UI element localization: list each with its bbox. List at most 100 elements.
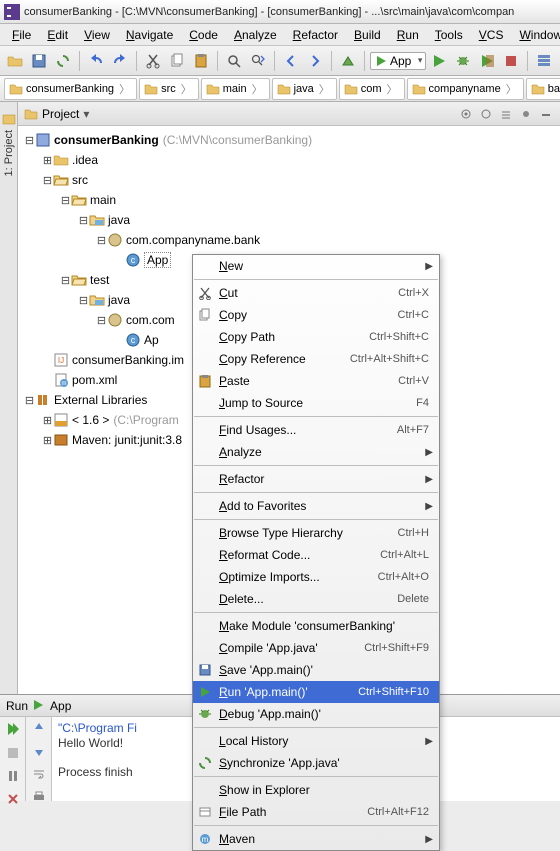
menu-analyze[interactable]: Analyze bbox=[226, 26, 285, 44]
folder-icon bbox=[24, 107, 38, 121]
replace-icon[interactable] bbox=[247, 50, 269, 72]
crumb-com[interactable]: com〉 bbox=[339, 78, 405, 100]
ctx-paste[interactable]: PasteCtrl+V bbox=[193, 370, 439, 392]
exit-icon[interactable] bbox=[6, 792, 20, 809]
menu-run[interactable]: Run bbox=[389, 26, 427, 44]
ctx-reformat-code-[interactable]: Reformat Code...Ctrl+Alt+L bbox=[193, 544, 439, 566]
crumb-companyname[interactable]: companyname〉 bbox=[407, 78, 524, 100]
ctx-optimize-imports-[interactable]: Optimize Imports...Ctrl+Alt+O bbox=[193, 566, 439, 588]
run-title: Run bbox=[6, 699, 28, 713]
cut-icon[interactable] bbox=[142, 50, 164, 72]
forward-icon[interactable] bbox=[304, 50, 326, 72]
ctx-copy[interactable]: CopyCtrl+C bbox=[193, 304, 439, 326]
ctx-browse-type-hierarchy[interactable]: Browse Type HierarchyCtrl+H bbox=[193, 522, 439, 544]
ctx-make-module-consumerbanking-[interactable]: Make Module 'consumerBanking' bbox=[193, 615, 439, 637]
ctx-copy-path[interactable]: Copy PathCtrl+Shift+C bbox=[193, 326, 439, 348]
stop-run-icon[interactable] bbox=[6, 746, 20, 763]
project-tab-icon bbox=[2, 112, 16, 126]
menu-code[interactable]: Code bbox=[181, 26, 226, 44]
run-gutter-left bbox=[0, 717, 26, 801]
ctx-run-app-main-[interactable]: Run 'App.main()'Ctrl+Shift+F10 bbox=[193, 681, 439, 703]
crumb-src[interactable]: src〉 bbox=[139, 78, 199, 100]
app-run-icon bbox=[375, 55, 387, 67]
ctx-analyze[interactable]: Analyze▶ bbox=[193, 441, 439, 463]
tree-com-companyname-bank[interactable]: ⊟com.companyname.bank bbox=[18, 230, 560, 250]
crumb-java[interactable]: java〉 bbox=[272, 78, 337, 100]
undo-icon[interactable] bbox=[85, 50, 107, 72]
redo-icon[interactable] bbox=[109, 50, 131, 72]
ctx-delete-[interactable]: Delete...Delete bbox=[193, 588, 439, 610]
open-icon[interactable] bbox=[4, 50, 26, 72]
tree-main[interactable]: ⊟main bbox=[18, 190, 560, 210]
ctx-new[interactable]: New▶ bbox=[193, 255, 439, 277]
crumb-main[interactable]: main〉 bbox=[201, 78, 270, 100]
sync-icon[interactable] bbox=[52, 50, 74, 72]
project-tool-tab[interactable]: 1: Project bbox=[0, 102, 18, 694]
ctx-save-app-main-[interactable]: Save 'App.main()' bbox=[193, 659, 439, 681]
down-icon[interactable] bbox=[32, 744, 46, 761]
gear-icon[interactable] bbox=[518, 106, 534, 122]
ctx-debug-app-main-[interactable]: Debug 'App.main()' bbox=[193, 703, 439, 725]
ctx-synchronize-app-java-[interactable]: Synchronize 'App.java' bbox=[193, 752, 439, 774]
debug-button[interactable] bbox=[452, 50, 474, 72]
save-icon bbox=[197, 662, 213, 678]
ctx-refactor[interactable]: Refactor▶ bbox=[193, 468, 439, 490]
run-button[interactable] bbox=[428, 50, 450, 72]
svg-text:c: c bbox=[131, 335, 136, 345]
tree-java[interactable]: ⊟java bbox=[18, 210, 560, 230]
nav-breadcrumbs: consumerBanking〉src〉main〉java〉com〉compan… bbox=[0, 76, 560, 102]
tree--idea[interactable]: ⊞.idea bbox=[18, 150, 560, 170]
ctx-find-usages-[interactable]: Find Usages...Alt+F7 bbox=[193, 419, 439, 441]
save-all-icon[interactable] bbox=[28, 50, 50, 72]
menu-view[interactable]: View bbox=[76, 26, 118, 44]
wrap-icon[interactable] bbox=[32, 767, 46, 784]
ctx-compile-app-java-[interactable]: Compile 'App.java'Ctrl+Shift+F9 bbox=[193, 637, 439, 659]
rerun-icon[interactable] bbox=[5, 721, 21, 740]
project-structure-icon[interactable] bbox=[533, 50, 555, 72]
ctx-file-path[interactable]: File PathCtrl+Alt+F12 bbox=[193, 801, 439, 823]
ctx-maven[interactable]: mMaven▶ bbox=[193, 828, 439, 850]
menu-edit[interactable]: Edit bbox=[39, 26, 76, 44]
make-icon[interactable] bbox=[337, 50, 359, 72]
run-config-selector[interactable]: App bbox=[370, 52, 426, 70]
up-icon[interactable] bbox=[32, 721, 46, 738]
copy-icon[interactable] bbox=[166, 50, 188, 72]
tree-consumerbanking[interactable]: ⊟consumerBanking(C:\MVN\consumerBanking) bbox=[18, 130, 560, 150]
collapse-all-icon[interactable] bbox=[498, 106, 514, 122]
menu-build[interactable]: Build bbox=[346, 26, 389, 44]
tree-src[interactable]: ⊟src bbox=[18, 170, 560, 190]
ctx-show-in-explorer[interactable]: Show in Explorer bbox=[193, 779, 439, 801]
menu-tools[interactable]: Tools bbox=[427, 26, 471, 44]
find-icon[interactable] bbox=[223, 50, 245, 72]
ctx-add-to-favorites[interactable]: Add to Favorites▶ bbox=[193, 495, 439, 517]
print-icon[interactable] bbox=[32, 790, 46, 807]
autoscroll-from-icon[interactable] bbox=[478, 106, 494, 122]
cut-icon bbox=[197, 285, 213, 301]
svg-text:m: m bbox=[202, 835, 209, 844]
back-icon[interactable] bbox=[280, 50, 302, 72]
intellij-icon bbox=[4, 4, 20, 20]
panel-title: Project bbox=[42, 107, 79, 121]
menu-vcs[interactable]: VCS bbox=[471, 26, 512, 44]
ctx-jump-to-source[interactable]: Jump to SourceF4 bbox=[193, 392, 439, 414]
autoscroll-to-icon[interactable] bbox=[458, 106, 474, 122]
ctx-copy-reference[interactable]: Copy ReferenceCtrl+Alt+Shift+C bbox=[193, 348, 439, 370]
stop-icon[interactable] bbox=[500, 50, 522, 72]
crumb-consumerbanking[interactable]: consumerBanking〉 bbox=[4, 78, 137, 100]
crumb-bank[interactable]: bank〉 bbox=[526, 78, 560, 100]
paste-icon[interactable] bbox=[190, 50, 212, 72]
menu-navigate[interactable]: Navigate bbox=[118, 26, 181, 44]
ctx-cut[interactable]: CutCtrl+X bbox=[193, 282, 439, 304]
context-menu: New▶ CutCtrl+XCopyCtrl+CCopy PathCtrl+Shi… bbox=[192, 254, 440, 851]
menu-refactor[interactable]: Refactor bbox=[285, 26, 346, 44]
ctx-local-history[interactable]: Local History▶ bbox=[193, 730, 439, 752]
menu-file[interactable]: File bbox=[4, 26, 39, 44]
maven-icon: m bbox=[197, 831, 213, 847]
menu-window[interactable]: Window bbox=[511, 26, 560, 44]
run-tab-label[interactable]: App bbox=[50, 699, 71, 713]
pause-icon[interactable] bbox=[6, 769, 20, 786]
coverage-icon[interactable] bbox=[476, 50, 498, 72]
main-toolbar: App bbox=[0, 46, 560, 76]
hide-icon[interactable] bbox=[538, 106, 554, 122]
svg-text:c: c bbox=[131, 255, 136, 265]
